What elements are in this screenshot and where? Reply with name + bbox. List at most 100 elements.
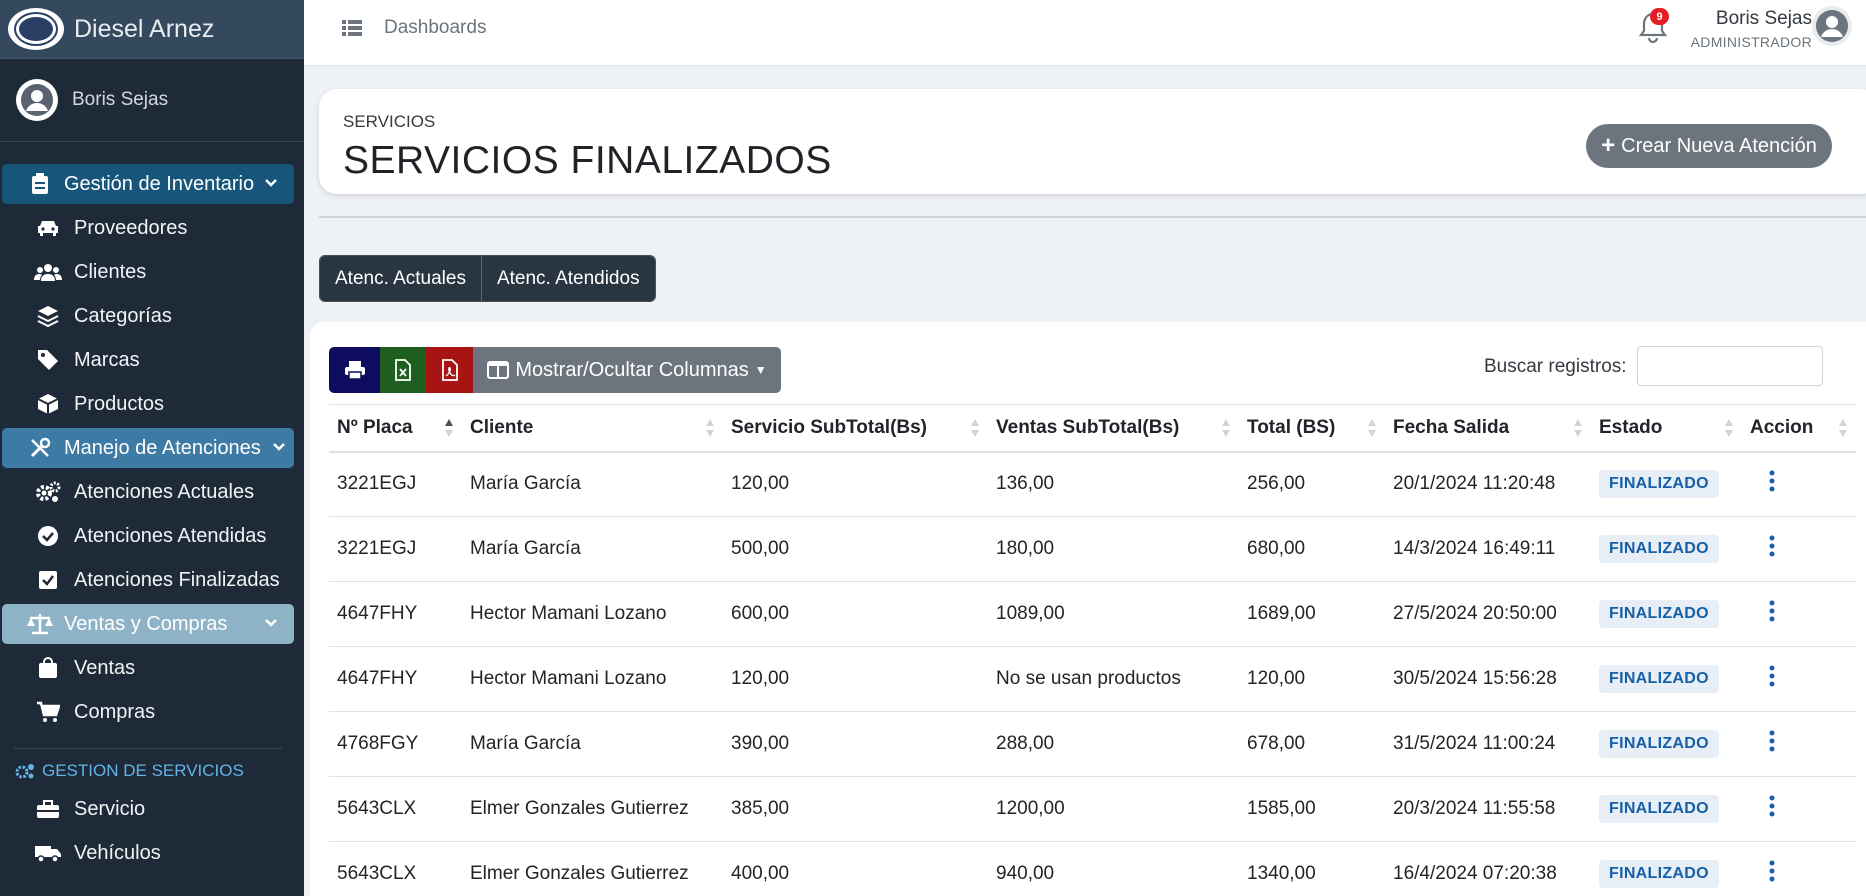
column-header-label: Estado — [1599, 416, 1663, 438]
table-row[interactable]: 5643CLX Elmer Gonzales Gutierrez 400,00 … — [329, 841, 1856, 896]
pdf-button[interactable] — [426, 347, 473, 393]
toolbox-icon — [34, 797, 62, 821]
table-row[interactable]: 4647FHY Hector Mamani Lozano 600,00 1089… — [329, 581, 1856, 647]
sidebar-item-atenciones-atendidas[interactable]: Atenciones Atendidas — [0, 514, 304, 558]
breadcrumb[interactable]: Dashboards — [384, 17, 486, 39]
column-header-ventas-subtotal[interactable]: Ventas SubTotal(Bs) — [988, 404, 1239, 453]
sidebar-item-marcas[interactable]: Marcas — [0, 338, 304, 382]
column-header-placa[interactable]: Nº Placa — [329, 404, 462, 453]
plus-icon: + — [1601, 132, 1616, 159]
table-body: 3221EGJ María García 120,00 136,00 256,0… — [329, 451, 1856, 896]
column-header-cliente[interactable]: Cliente — [462, 404, 723, 453]
sidebar-item-proveedores[interactable]: Proveedores — [0, 206, 304, 250]
sidebar-item-atenciones-finalizadas[interactable]: Atenciones Finalizadas — [0, 558, 304, 602]
sort-icon — [1725, 419, 1733, 437]
excel-button[interactable] — [380, 347, 426, 393]
sidebar-item-label: Ventas — [74, 656, 136, 679]
table-row[interactable]: 3221EGJ María García 120,00 136,00 256,0… — [329, 451, 1856, 517]
sidebar-item-atenciones-actuales[interactable]: Atenciones Actuales — [0, 470, 304, 514]
sort-icon — [1839, 419, 1847, 437]
cell-servicio-subtotal: 385,00 — [723, 776, 988, 842]
column-header-servicio-subtotal[interactable]: Servicio SubTotal(Bs) — [723, 404, 988, 453]
sidebar-item-servicio[interactable]: Servicio — [0, 787, 304, 831]
table-row[interactable]: 4768FGY María García 390,00 288,00 678,0… — [329, 711, 1856, 777]
column-header-accion[interactable]: Accion — [1742, 404, 1856, 453]
more-vertical-icon[interactable] — [1762, 468, 1782, 494]
list-icon[interactable] — [342, 18, 362, 38]
search-label: Buscar registros: — [1484, 356, 1627, 377]
sidebar-item-compras[interactable]: Compras — [0, 690, 304, 734]
more-vertical-icon[interactable] — [1762, 858, 1782, 884]
column-header-estado[interactable]: Estado — [1591, 404, 1742, 453]
table-row[interactable]: 3221EGJ María García 500,00 180,00 680,0… — [329, 516, 1856, 582]
sidebar-user[interactable]: Boris Sejas — [0, 59, 304, 142]
tab-atendidos[interactable]: Atenc. Atendidos — [480, 256, 655, 301]
sort-icon — [706, 419, 714, 437]
status-badge: FINALIZADO — [1599, 795, 1719, 823]
search-input[interactable] — [1637, 346, 1823, 386]
more-vertical-icon[interactable] — [1762, 533, 1782, 559]
nav-group-atenciones[interactable]: Manejo de Atenciones — [2, 428, 294, 468]
cell-fecha-salida: 16/4/2024 07:20:38 — [1385, 841, 1591, 896]
column-header-label: Nº Placa — [337, 416, 413, 438]
cell-total: 1340,00 — [1239, 841, 1385, 896]
table-row[interactable]: 5643CLX Elmer Gonzales Gutierrez 385,00 … — [329, 776, 1856, 842]
cell-accion — [1742, 516, 1856, 582]
cell-total: 680,00 — [1239, 516, 1385, 582]
sidebar-item-ventas[interactable]: Ventas — [0, 646, 304, 690]
status-badge: FINALIZADO — [1599, 860, 1719, 888]
sidebar-item-label: Servicio — [74, 797, 146, 820]
column-header-fecha-salida[interactable]: Fecha Salida — [1385, 404, 1591, 453]
create-attention-label: Crear Nueva Atención — [1621, 134, 1817, 157]
status-badge: FINALIZADO — [1599, 470, 1719, 499]
cell-cliente: Hector Mamani Lozano — [462, 646, 723, 712]
services-table: Nº Placa Cliente Servicio SubTotal(Bs) V… — [329, 404, 1856, 896]
sidebar-item-label: Marcas — [74, 348, 140, 371]
user-avatar-icon[interactable] — [1812, 6, 1852, 46]
sidebar-item-vehiculos[interactable]: Vehículos — [0, 831, 304, 875]
print-button[interactable] — [329, 347, 380, 393]
tab-actuales[interactable]: Atenc. Actuales — [320, 256, 481, 301]
column-header-total[interactable]: Total (BS) — [1239, 404, 1385, 453]
create-attention-button[interactable]: + Crear Nueva Atención — [1586, 124, 1832, 168]
more-vertical-icon[interactable] — [1762, 728, 1782, 754]
sidebar-item-productos[interactable]: Productos — [0, 382, 304, 426]
sidebar: Diesel Arnez Boris Sejas Gestión de Inve… — [0, 0, 304, 896]
cell-placa: 4647FHY — [329, 581, 462, 647]
cell-servicio-subtotal: 120,00 — [723, 646, 988, 712]
truck-icon — [34, 841, 62, 865]
more-vertical-icon[interactable] — [1762, 598, 1782, 624]
nav-group-inventario[interactable]: Gestión de Inventario — [2, 164, 294, 204]
cell-ventas-subtotal: 940,00 — [988, 841, 1239, 896]
layers-icon — [34, 304, 62, 328]
sidebar-item-clientes[interactable]: Clientes — [0, 250, 304, 294]
cell-servicio-subtotal: 400,00 — [723, 841, 988, 896]
export-toolbar: Mostrar/Ocultar Columnas ▼ — [329, 347, 781, 393]
cell-total: 678,00 — [1239, 711, 1385, 777]
sidebar-nav: Gestión de Inventario Proveedores Client… — [0, 142, 304, 875]
more-vertical-icon[interactable] — [1762, 663, 1782, 689]
column-header-label: Accion — [1750, 416, 1814, 438]
cell-fecha-salida: 20/1/2024 11:20:48 — [1385, 451, 1591, 517]
cell-accion — [1742, 776, 1856, 842]
topbar-user[interactable]: Boris Sejas ADMINISTRADOR — [1682, 8, 1812, 50]
divider — [319, 216, 1866, 218]
table-row[interactable]: 4647FHY Hector Mamani Lozano 120,00 No s… — [329, 646, 1856, 712]
box-icon — [34, 392, 62, 416]
cell-estado: FINALIZADO — [1591, 776, 1742, 842]
caret-down-icon: ▼ — [754, 363, 767, 377]
nav-group-ventas-compras[interactable]: Ventas y Compras — [2, 604, 294, 644]
file-pdf-icon — [441, 359, 458, 381]
section-gestion-servicios: GESTION DE SERVICIOS — [14, 748, 282, 781]
cell-estado: FINALIZADO — [1591, 581, 1742, 647]
cell-estado: FINALIZADO — [1591, 711, 1742, 777]
sidebar-item-label: Compras — [74, 700, 156, 723]
cell-placa: 4768FGY — [329, 711, 462, 777]
columns-toggle-button[interactable]: Mostrar/Ocultar Columnas ▼ — [473, 347, 781, 393]
status-badge: FINALIZADO — [1599, 535, 1719, 563]
brand[interactable]: Diesel Arnez — [0, 0, 304, 59]
sidebar-item-categorias[interactable]: Categorías — [0, 294, 304, 338]
column-header-label: Cliente — [470, 416, 534, 438]
more-vertical-icon[interactable] — [1762, 793, 1782, 819]
status-badge: FINALIZADO — [1599, 730, 1719, 758]
